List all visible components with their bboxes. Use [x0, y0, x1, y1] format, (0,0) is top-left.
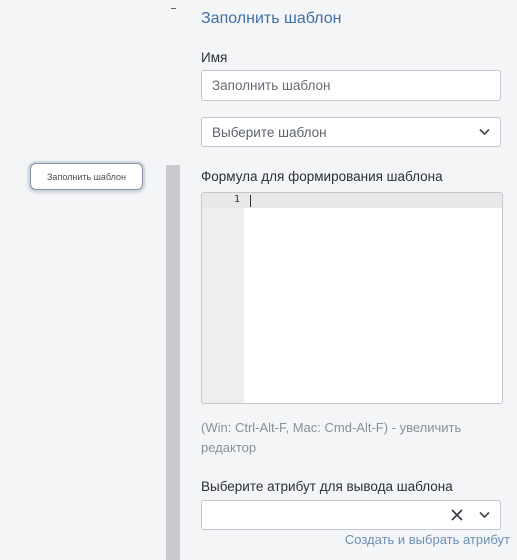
diagram-canvas[interactable]: Заполнить шаблон	[0, 0, 166, 560]
chevron-down-icon[interactable]	[479, 128, 490, 136]
editor-hint: (Win: Ctrl-Alt-F, Mac: Cmd-Alt-F) - увел…	[201, 420, 462, 455]
template-select[interactable]: Выберите шаблон	[201, 117, 501, 147]
properties-panel: Заполнить шаблон Имя Заполнить шаблон Вы…	[189, 0, 517, 560]
name-input[interactable]: Заполнить шаблон	[201, 70, 501, 101]
text-cursor	[250, 195, 251, 207]
formula-label: Формула для формирования шаблона	[201, 169, 443, 184]
attribute-label: Выберите атрибут для вывода шаблона	[201, 479, 453, 494]
panel-splitter[interactable]	[166, 165, 180, 560]
create-attribute-link[interactable]: Создать и выбрать атрибут	[345, 532, 510, 547]
close-icon[interactable]	[451, 509, 463, 521]
editor-gutter	[202, 193, 244, 403]
name-label: Имя	[201, 50, 228, 65]
splitter-tick	[171, 8, 176, 9]
line-number: 1	[233, 194, 240, 205]
fill-template-node[interactable]: Заполнить шаблон	[30, 163, 143, 190]
editor-content[interactable]	[252, 193, 498, 208]
panel-title: Заполнить шаблон	[201, 10, 342, 27]
formula-editor[interactable]: 1	[201, 192, 503, 404]
workspace: Заполнить шаблон Заполнить шаблон Имя За…	[0, 0, 517, 560]
name-input-value: Заполнить шаблон	[212, 78, 331, 93]
chevron-down-icon[interactable]	[479, 511, 490, 519]
template-select-placeholder: Выберите шаблон	[212, 124, 327, 140]
attribute-select[interactable]	[201, 500, 501, 530]
